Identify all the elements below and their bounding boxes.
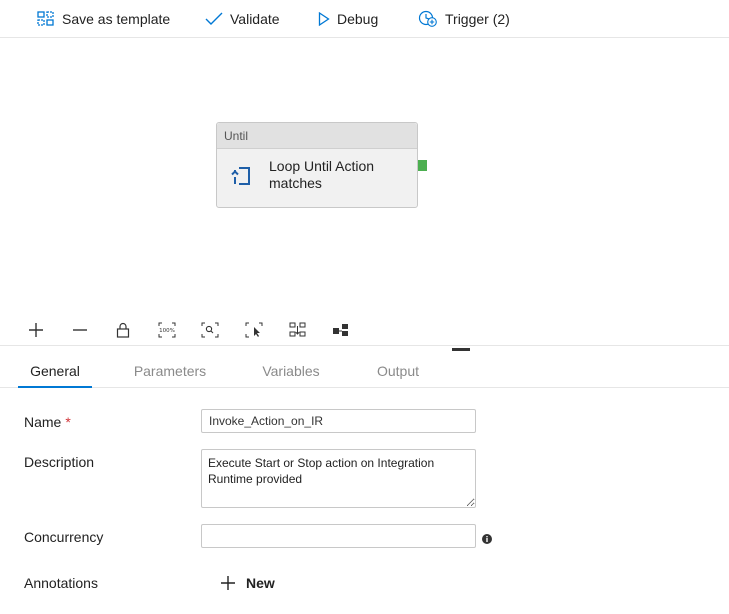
panel-resize-handle[interactable] xyxy=(452,348,470,351)
annotations-label: Annotations xyxy=(24,575,98,591)
required-marker: * xyxy=(65,414,71,430)
trigger-button[interactable]: Trigger (2) xyxy=(418,0,510,38)
pipeline-toolbar: Save as template Validate Debug Trigger … xyxy=(0,0,729,38)
svg-text:100%: 100% xyxy=(159,328,175,334)
zoom-out-icon[interactable] xyxy=(70,320,90,340)
save-as-template-label: Save as template xyxy=(62,11,171,27)
select-icon[interactable] xyxy=(244,320,264,340)
zoom-100-icon[interactable]: 100% xyxy=(157,320,177,340)
lock-icon[interactable] xyxy=(113,320,133,340)
success-output-handle[interactable] xyxy=(418,160,427,171)
validate-label: Validate xyxy=(230,11,280,27)
template-icon xyxy=(37,11,55,27)
trigger-clock-icon xyxy=(418,10,438,28)
play-icon xyxy=(318,12,330,26)
description-field[interactable]: Execute Start or Stop action on Integrat… xyxy=(201,449,476,508)
activity-type-label: Until xyxy=(217,123,417,149)
pipeline-editor: Save as template Validate Debug Trigger … xyxy=(0,0,729,614)
new-annotation-button[interactable]: New xyxy=(220,572,275,594)
pipeline-canvas[interactable]: Until Loop Until Action matches xyxy=(0,38,729,314)
zoom-to-fit-icon[interactable] xyxy=(200,320,220,340)
debug-label: Debug xyxy=(337,11,379,27)
zoom-in-icon[interactable] xyxy=(26,320,46,340)
canvas-tools: 100% xyxy=(0,314,729,346)
plus-icon xyxy=(220,575,236,591)
concurrency-field[interactable] xyxy=(201,524,476,548)
activity-body: Loop Until Action matches xyxy=(217,149,417,207)
tab-variables[interactable]: Variables xyxy=(260,356,322,388)
concurrency-label: Concurrency xyxy=(24,529,104,545)
new-annotation-label: New xyxy=(246,575,275,591)
debug-button[interactable]: Debug xyxy=(318,0,378,38)
info-icon[interactable] xyxy=(482,531,492,544)
trigger-label: Trigger (2) xyxy=(445,11,510,27)
layout-icon[interactable] xyxy=(331,320,351,340)
until-activity-node[interactable]: Until Loop Until Action matches xyxy=(216,122,418,208)
save-as-template-button[interactable]: Save as template xyxy=(37,0,170,38)
description-label: Description xyxy=(24,454,95,470)
properties-tabs: General Parameters Variables Output xyxy=(0,356,729,388)
validate-button[interactable]: Validate xyxy=(205,0,280,38)
name-field[interactable] xyxy=(201,409,476,433)
tab-general[interactable]: General xyxy=(18,356,92,388)
tab-output[interactable]: Output xyxy=(373,356,423,388)
tab-parameters[interactable]: Parameters xyxy=(133,356,207,388)
checkmark-icon xyxy=(205,12,223,26)
until-loop-icon xyxy=(231,165,253,187)
activity-name: Loop Until Action matches xyxy=(269,158,375,191)
name-label-row: Name * xyxy=(24,414,71,430)
auto-align-icon[interactable] xyxy=(288,320,308,340)
name-label: Name xyxy=(24,414,62,430)
